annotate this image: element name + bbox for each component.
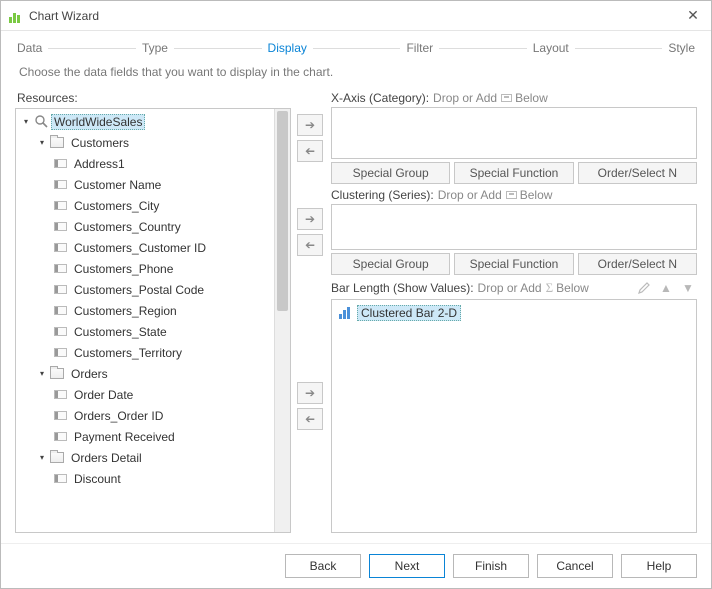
tree-field[interactable]: Customers_Country — [16, 216, 274, 237]
close-button[interactable]: ✕ — [683, 6, 703, 26]
bar-chart-icon — [339, 307, 353, 319]
field-icon — [54, 432, 67, 441]
expand-icon[interactable] — [36, 368, 48, 380]
tree-group[interactable]: Customers — [16, 132, 274, 153]
clustering-dropzone[interactable] — [331, 204, 697, 250]
barlength-dropzone[interactable]: Clustered Bar 2-D — [331, 299, 697, 533]
xaxis-order-select[interactable]: Order/Select N — [578, 162, 697, 184]
field-icon — [54, 243, 67, 252]
barlength-hint: Drop or Add — [478, 281, 542, 295]
next-button[interactable]: Next — [369, 554, 445, 578]
folder-icon — [50, 137, 64, 148]
clustering-below: Below — [520, 188, 553, 202]
add-barlength-button[interactable]: ➔ — [297, 382, 323, 404]
tree-field[interactable]: Customers_Territory — [16, 342, 274, 363]
window-title: Chart Wizard — [29, 9, 683, 23]
scrollbar-thumb[interactable] — [277, 111, 288, 311]
move-down-icon[interactable]: ▼ — [679, 279, 697, 297]
xaxis-hint: Drop or Add — [433, 91, 497, 105]
field-icon — [54, 411, 67, 420]
finish-button[interactable]: Finish — [453, 554, 529, 578]
add-clustering-button[interactable]: ➔ — [297, 208, 323, 230]
xaxis-special-group[interactable]: Special Group — [331, 162, 450, 184]
tree-field[interactable]: Address1 — [16, 153, 274, 174]
resources-label: Resources: — [15, 91, 291, 108]
tree-root[interactable]: WorldWideSales — [16, 111, 274, 132]
field-icon — [54, 264, 67, 273]
back-button[interactable]: Back — [285, 554, 361, 578]
step-layout[interactable]: Layout — [533, 41, 569, 55]
clustering-hint: Drop or Add — [438, 188, 502, 202]
field-icon — [54, 306, 67, 315]
field-icon — [54, 222, 67, 231]
wizard-steps: Data Type Display Filter Layout Style — [1, 31, 711, 61]
sigma-icon: Σ — [546, 280, 554, 296]
tree-field[interactable]: Orders_Order ID — [16, 405, 274, 426]
tree-group[interactable]: Orders Detail — [16, 447, 274, 468]
tree-field[interactable]: Customers_Phone — [16, 258, 274, 279]
barlength-label: Bar Length (Show Values): — [331, 281, 474, 295]
tree-field[interactable]: Customers_Region — [16, 300, 274, 321]
barlength-below: Below — [556, 281, 589, 295]
remove-xaxis-button[interactable]: ➔ — [297, 140, 323, 162]
field-icon — [54, 348, 67, 357]
barlength-item[interactable]: Clustered Bar 2-D — [335, 303, 465, 323]
expand-icon[interactable] — [36, 452, 48, 464]
barlength-item-label: Clustered Bar 2-D — [357, 305, 461, 321]
remove-barlength-button[interactable]: ➔ — [297, 408, 323, 430]
tree-field[interactable]: Customers_Postal Code — [16, 279, 274, 300]
field-icon — [54, 474, 67, 483]
clustering-special-group[interactable]: Special Group — [331, 253, 450, 275]
xaxis-special-function[interactable]: Special Function — [454, 162, 573, 184]
field-icon — [54, 180, 67, 189]
search-icon — [34, 115, 48, 129]
tree-field[interactable]: Payment Received — [16, 426, 274, 447]
help-button[interactable]: Help — [621, 554, 697, 578]
tree-root-label: WorldWideSales — [51, 114, 145, 130]
tree-field[interactable]: Customers_State — [16, 321, 274, 342]
xaxis-dropzone[interactable] — [331, 107, 697, 159]
tree-field[interactable]: Customers_City — [16, 195, 274, 216]
step-data[interactable]: Data — [17, 41, 42, 55]
step-display[interactable]: Display — [268, 41, 307, 55]
folder-icon — [50, 452, 64, 463]
step-filter[interactable]: Filter — [406, 41, 433, 55]
titlebar: Chart Wizard ✕ — [1, 1, 711, 31]
below-icon — [506, 191, 517, 199]
add-xaxis-button[interactable]: ➔ — [297, 114, 323, 136]
field-icon — [54, 327, 67, 336]
field-icon — [54, 390, 67, 399]
tree-field[interactable]: Order Date — [16, 384, 274, 405]
footer-buttons: Back Next Finish Cancel Help — [1, 543, 711, 588]
field-icon — [54, 201, 67, 210]
step-style[interactable]: Style — [668, 41, 695, 55]
clustering-label: Clustering (Series): — [331, 188, 434, 202]
step-subtitle: Choose the data fields that you want to … — [1, 61, 711, 91]
field-icon — [54, 159, 67, 168]
tree-group[interactable]: Orders — [16, 363, 274, 384]
clustering-order-select[interactable]: Order/Select N — [578, 253, 697, 275]
field-icon — [54, 285, 67, 294]
below-icon — [501, 94, 512, 102]
remove-clustering-button[interactable]: ➔ — [297, 234, 323, 256]
edit-icon[interactable] — [635, 279, 653, 297]
tree-field[interactable]: Discount — [16, 468, 274, 489]
resources-tree[interactable]: WorldWideSales Customers Address1 Custom… — [16, 109, 274, 532]
xaxis-label: X-Axis (Category): — [331, 91, 429, 105]
expand-icon[interactable] — [36, 137, 48, 149]
clustering-special-function[interactable]: Special Function — [454, 253, 573, 275]
tree-scrollbar[interactable] — [274, 109, 290, 532]
expand-icon[interactable] — [20, 116, 32, 128]
tree-field[interactable]: Customer Name — [16, 174, 274, 195]
chart-app-icon — [9, 9, 23, 23]
step-type[interactable]: Type — [142, 41, 168, 55]
cancel-button[interactable]: Cancel — [537, 554, 613, 578]
folder-icon — [50, 368, 64, 379]
move-up-icon[interactable]: ▲ — [657, 279, 675, 297]
xaxis-below: Below — [515, 91, 548, 105]
tree-field[interactable]: Customers_Customer ID — [16, 237, 274, 258]
